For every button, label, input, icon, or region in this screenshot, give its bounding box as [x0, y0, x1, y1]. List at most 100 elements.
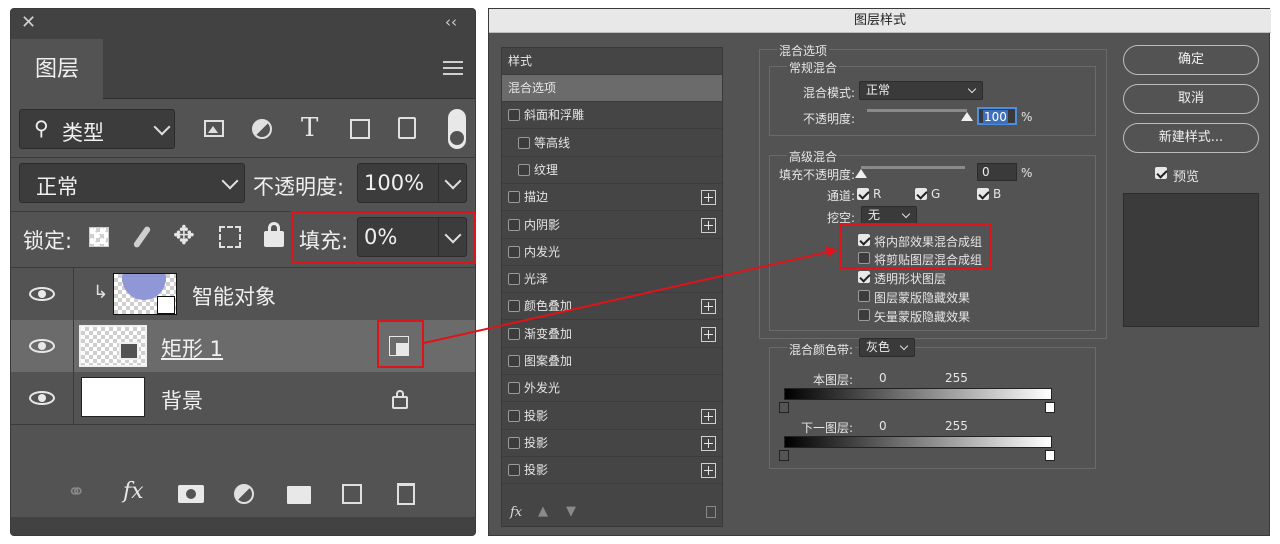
channel-r-checkbox[interactable] — [857, 188, 869, 200]
style-item[interactable]: 外发光 — [502, 375, 722, 403]
add-effect-plus-icon[interactable] — [701, 299, 716, 315]
add-mask-icon[interactable] — [178, 485, 204, 503]
fx-icon[interactable]: fx — [510, 505, 522, 520]
style-item-checkbox[interactable] — [508, 300, 520, 313]
delete-layer-trash-icon[interactable] — [397, 483, 415, 505]
ok-button[interactable]: 确定 — [1123, 45, 1259, 75]
style-item[interactable]: 投影 — [502, 403, 722, 430]
layer-row-smart-object[interactable]: ↳ 智能对象 — [11, 268, 475, 320]
move-down-icon[interactable]: ▼ — [566, 504, 576, 519]
underlying-black-thumb[interactable] — [779, 450, 789, 461]
blend-if-select[interactable]: 灰色 — [859, 338, 915, 357]
layer-row-background[interactable]: 背景 — [11, 372, 475, 424]
style-item[interactable]: 等高线 — [502, 130, 722, 157]
move-up-icon[interactable]: ▲ — [538, 504, 548, 519]
layer-name[interactable]: 矩形 1 — [161, 333, 223, 363]
add-effect-plus-icon[interactable] — [701, 463, 716, 479]
advanced-option-checkbox[interactable] — [858, 290, 870, 302]
layer-name[interactable]: 背景 — [161, 385, 203, 415]
shape-layer-filter-icon[interactable] — [350, 119, 370, 139]
style-item-checkbox[interactable] — [508, 191, 520, 204]
style-list: 样式 混合选项 斜面和浮雕 等高线 纹理 描边 内阴影 内发光 光泽 颜色叠加 渐变叠加 图案叠加外… — [501, 47, 723, 527]
fill-opacity-slider-thumb[interactable] — [855, 169, 867, 178]
add-effect-plus-icon[interactable] — [701, 217, 716, 233]
style-item-checkbox[interactable] — [508, 382, 520, 395]
style-item-checkbox[interactable] — [508, 464, 520, 477]
style-preview-swatch — [1123, 193, 1259, 327]
dialog-opacity-input[interactable]: 100 — [977, 107, 1017, 125]
style-item-checkbox[interactable] — [508, 355, 520, 367]
cancel-button[interactable]: 取消 — [1123, 84, 1259, 114]
lock-image-pixels-brush-icon[interactable] — [132, 225, 152, 249]
style-item[interactable]: 内阴影 — [502, 212, 722, 239]
style-item[interactable]: 纹理 — [502, 157, 722, 184]
add-effect-plus-icon[interactable] — [701, 190, 716, 206]
opacity-input[interactable]: 100% — [357, 163, 467, 203]
style-item[interactable]: 描边 — [502, 184, 722, 212]
new-layer-icon[interactable] — [342, 484, 362, 504]
dialog-blend-mode-select[interactable]: 正常 — [859, 81, 983, 100]
style-item-checkbox[interactable] — [508, 218, 520, 231]
adjustment-layer-filter-icon[interactable] — [252, 119, 272, 139]
lock-transparent-pixels-icon[interactable] — [89, 227, 109, 247]
add-effect-plus-icon[interactable] — [701, 435, 716, 451]
new-group-folder-icon[interactable] — [287, 486, 311, 504]
opacity-slider-thumb[interactable] — [961, 112, 973, 121]
panel-menu-icon[interactable] — [443, 61, 463, 75]
opacity-slider-track[interactable] — [867, 109, 967, 112]
link-layers-icon[interactable]: ⚭ — [67, 480, 85, 505]
style-item[interactable]: 投影 — [502, 457, 722, 485]
close-icon[interactable]: ✕ — [21, 12, 36, 33]
lock-artboard-icon[interactable] — [219, 226, 241, 248]
channel-b-checkbox[interactable] — [977, 188, 989, 200]
style-item[interactable]: 图案叠加 — [502, 348, 722, 375]
style-item[interactable]: 渐变叠加 — [502, 321, 722, 348]
style-item[interactable]: 斜面和浮雕 — [502, 102, 722, 130]
visibility-eye-icon[interactable] — [29, 339, 55, 353]
channel-g-checkbox[interactable] — [915, 188, 927, 200]
underlying-white-thumb[interactable] — [1045, 450, 1055, 461]
style-item-checkbox[interactable] — [508, 245, 520, 258]
chevron-down-icon[interactable] — [444, 172, 462, 190]
fill-opacity-slider-track[interactable] — [861, 166, 965, 169]
style-item-checkbox[interactable] — [508, 436, 520, 449]
advanced-option-checkbox[interactable] — [858, 309, 870, 321]
smart-object-filter-icon[interactable] — [398, 117, 416, 139]
style-item[interactable]: 光泽 — [502, 266, 722, 294]
visibility-eye-icon[interactable] — [29, 391, 55, 405]
preview-checkbox[interactable] — [1155, 167, 1167, 179]
style-item-checkbox[interactable] — [508, 273, 520, 286]
add-effect-plus-icon[interactable] — [701, 408, 716, 424]
layer-name[interactable]: 智能对象 — [192, 281, 276, 311]
style-item[interactable]: 颜色叠加 — [502, 293, 722, 321]
visibility-eye-icon[interactable] — [29, 287, 55, 301]
filter-toggle[interactable] — [448, 109, 466, 149]
lock-position-move-icon[interactable]: ✥ — [173, 223, 195, 249]
new-style-button[interactable]: 新建样式... — [1123, 123, 1259, 153]
blend-mode-select[interactable]: 正常 — [19, 163, 245, 203]
style-item-checkbox[interactable] — [508, 327, 520, 340]
pixel-layer-filter-icon[interactable] — [204, 120, 224, 137]
delete-effect-trash-icon[interactable] — [706, 506, 716, 518]
new-adjustment-layer-icon[interactable] — [234, 484, 254, 504]
tab-layers[interactable]: 图层 — [11, 39, 103, 100]
style-item[interactable]: 混合选项 — [502, 75, 722, 102]
this-layer-black-thumb[interactable] — [779, 402, 789, 413]
advanced-option-checkbox[interactable] — [858, 271, 870, 283]
style-item[interactable]: 投影 — [502, 430, 722, 457]
style-item[interactable]: 内发光 — [502, 239, 722, 266]
style-item-checkbox[interactable] — [518, 136, 530, 149]
style-item-checkbox[interactable] — [508, 409, 520, 422]
styles-header[interactable]: 样式 — [502, 48, 722, 75]
fill-opacity-input[interactable]: 0 — [977, 163, 1017, 181]
style-item-checkbox[interactable] — [508, 109, 520, 122]
type-layer-filter-icon[interactable]: T — [301, 115, 318, 141]
add-effect-plus-icon[interactable] — [701, 326, 716, 342]
filter-kind-select[interactable]: ⚲ 类型 — [19, 109, 175, 149]
this-layer-white-thumb[interactable] — [1045, 402, 1055, 413]
collapse-icon[interactable]: ‹‹ — [445, 13, 457, 31]
fx-icon[interactable]: fx — [123, 479, 144, 504]
panel-resize-grip[interactable] — [11, 517, 475, 535]
lock-all-icon[interactable] — [264, 222, 284, 247]
style-item-checkbox[interactable] — [518, 163, 530, 176]
